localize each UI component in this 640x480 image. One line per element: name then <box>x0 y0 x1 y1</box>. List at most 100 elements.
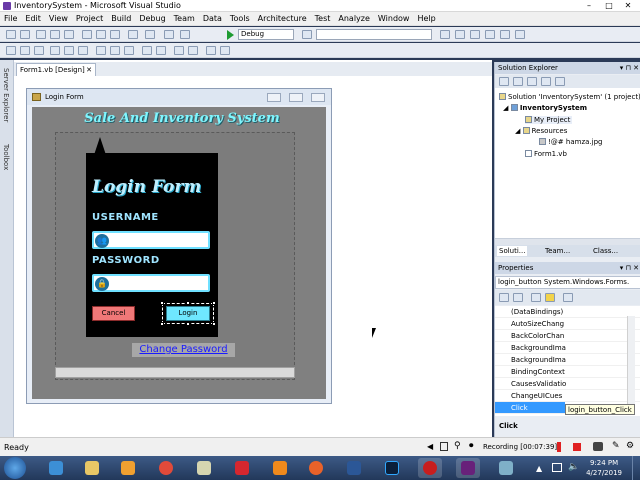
property-row-selected[interactable]: Click <box>495 402 565 414</box>
vlc-icon[interactable] <box>268 458 292 478</box>
tray-arrow-icon[interactable]: ▲ <box>536 464 542 473</box>
extension-icon[interactable] <box>515 30 525 39</box>
menu-project[interactable]: Project <box>72 12 107 26</box>
copy-icon[interactable] <box>96 30 106 39</box>
find-icon[interactable] <box>302 30 312 39</box>
stop-icon[interactable] <box>573 443 581 451</box>
menu-file[interactable]: File <box>0 12 21 26</box>
progress-bar[interactable] <box>55 367 295 378</box>
menu-edit[interactable]: Edit <box>21 12 45 26</box>
close-button[interactable]: ✕ <box>622 0 634 11</box>
resize-handle[interactable] <box>186 301 190 305</box>
navigate-forward-icon[interactable] <box>180 30 190 39</box>
property-row[interactable]: BackgroundIma <box>495 342 640 354</box>
properties-icon[interactable] <box>455 30 465 39</box>
minimize-button[interactable]: – <box>583 0 595 11</box>
tree-item-my-project[interactable]: My Project <box>525 116 573 124</box>
save-all-icon[interactable] <box>64 30 74 39</box>
v-spacing-icon[interactable] <box>156 46 166 55</box>
resize-handle[interactable] <box>160 322 164 326</box>
same-height-icon[interactable] <box>110 46 120 55</box>
bring-to-front-icon[interactable] <box>206 46 216 55</box>
cancel-button[interactable]: Cancel <box>92 306 135 321</box>
menu-debug[interactable]: Debug <box>135 12 169 26</box>
solution-explorer-icon[interactable] <box>440 30 450 39</box>
menu-architecture[interactable]: Architecture <box>254 12 311 26</box>
properties-scrollbar[interactable] <box>627 316 635 406</box>
paste-icon[interactable] <box>110 30 120 39</box>
tree-item-form1[interactable]: Form1.vb <box>525 150 567 158</box>
alphabetical-icon[interactable] <box>513 293 523 302</box>
pane-controls-icon[interactable]: ▾ ⊓ ✕ <box>620 262 639 274</box>
menu-team[interactable]: Team <box>170 12 199 26</box>
tab-form1-design[interactable]: Form1.vb [Design] ✕ <box>16 63 96 76</box>
categorized-icon[interactable] <box>499 293 509 302</box>
app-icon[interactable] <box>494 458 518 478</box>
menu-window[interactable]: Window <box>374 12 414 26</box>
center-vertically-icon[interactable] <box>188 46 198 55</box>
same-size-icon[interactable] <box>124 46 134 55</box>
tab-close-icon[interactable]: ✕ <box>86 64 92 76</box>
taskbar-clock[interactable]: 9:24 PM 4/27/2019 <box>586 458 622 478</box>
center-horizontally-icon[interactable] <box>174 46 184 55</box>
explorer-icon[interactable] <box>80 458 104 478</box>
align-top-icon[interactable] <box>50 46 60 55</box>
property-row[interactable]: AutoSizeChang <box>495 318 640 330</box>
config-dropdown[interactable]: Debug <box>238 29 294 40</box>
media-player-icon[interactable] <box>116 458 140 478</box>
settings-icon[interactable]: ⚙ <box>626 441 634 451</box>
new-project-icon[interactable] <box>6 30 16 39</box>
monitor-icon[interactable] <box>440 442 448 451</box>
chrome-icon[interactable] <box>154 458 178 478</box>
tools-icon[interactable] <box>192 458 216 478</box>
property-row[interactable]: ChangeUICues <box>495 390 640 402</box>
server-explorer-tab[interactable]: Server Explorer <box>2 68 10 122</box>
tab-solution[interactable]: Soluti... <box>497 246 528 256</box>
navigate-back-icon[interactable] <box>164 30 174 39</box>
align-middle-icon[interactable] <box>64 46 74 55</box>
resize-handle[interactable] <box>160 301 164 305</box>
horizontal-scrollbar[interactable] <box>495 238 640 245</box>
view-designer-icon[interactable] <box>555 77 565 86</box>
align-bottom-icon[interactable] <box>78 46 88 55</box>
tab-team[interactable]: Team... <box>543 246 572 256</box>
app-title-label[interactable]: Sale And Inventory System <box>62 111 302 126</box>
pen-icon[interactable]: ✎ <box>612 441 620 451</box>
show-all-files-icon[interactable] <box>513 77 523 86</box>
password-label[interactable]: PASSWORD <box>92 255 160 266</box>
object-browser-icon[interactable] <box>470 30 480 39</box>
toolbox-icon[interactable] <box>485 30 495 39</box>
tree-item-image[interactable]: !@# hamza.jpg <box>539 138 602 146</box>
redo-icon[interactable] <box>145 30 155 39</box>
property-row[interactable]: BackColorChan <box>495 330 640 342</box>
pane-controls-icon[interactable]: ▾ ⊓ ✕ <box>620 62 639 74</box>
send-to-back-icon[interactable] <box>220 46 230 55</box>
menu-tools[interactable]: Tools <box>226 12 254 26</box>
property-pages-icon[interactable] <box>563 293 573 302</box>
events-icon[interactable] <box>545 293 555 302</box>
pause-icon[interactable] <box>557 442 561 452</box>
properties-icon[interactable] <box>499 77 509 86</box>
view-code-icon[interactable] <box>541 77 551 86</box>
network-icon[interactable] <box>552 463 562 472</box>
resize-handle[interactable] <box>186 322 190 326</box>
menu-help[interactable]: Help <box>413 12 439 26</box>
login-panel[interactable]: Login Form USERNAME 👥 PASSWORD 🔒 Cancel … <box>86 137 218 337</box>
undo-icon[interactable] <box>128 30 138 39</box>
property-row[interactable]: (DataBindings) <box>495 306 640 318</box>
properties-view-icon[interactable] <box>531 293 541 302</box>
ie-icon[interactable] <box>44 458 68 478</box>
find-combo[interactable] <box>316 29 432 40</box>
tree-item-solution[interactable]: Solution 'InventorySystem' (1 project) <box>499 93 640 101</box>
username-field[interactable]: 👥 <box>92 231 210 249</box>
record-icon[interactable]: ⏺ <box>469 441 474 451</box>
photoshop-icon[interactable] <box>380 458 404 478</box>
h-spacing-icon[interactable] <box>142 46 152 55</box>
align-center-icon[interactable] <box>20 46 30 55</box>
menu-data[interactable]: Data <box>199 12 226 26</box>
login-heading[interactable]: Login Form <box>92 177 201 197</box>
align-right-icon[interactable] <box>34 46 44 55</box>
menu-test[interactable]: Test <box>311 12 335 26</box>
start-page-icon[interactable] <box>500 30 510 39</box>
change-password-link[interactable]: Change Password <box>132 343 235 357</box>
